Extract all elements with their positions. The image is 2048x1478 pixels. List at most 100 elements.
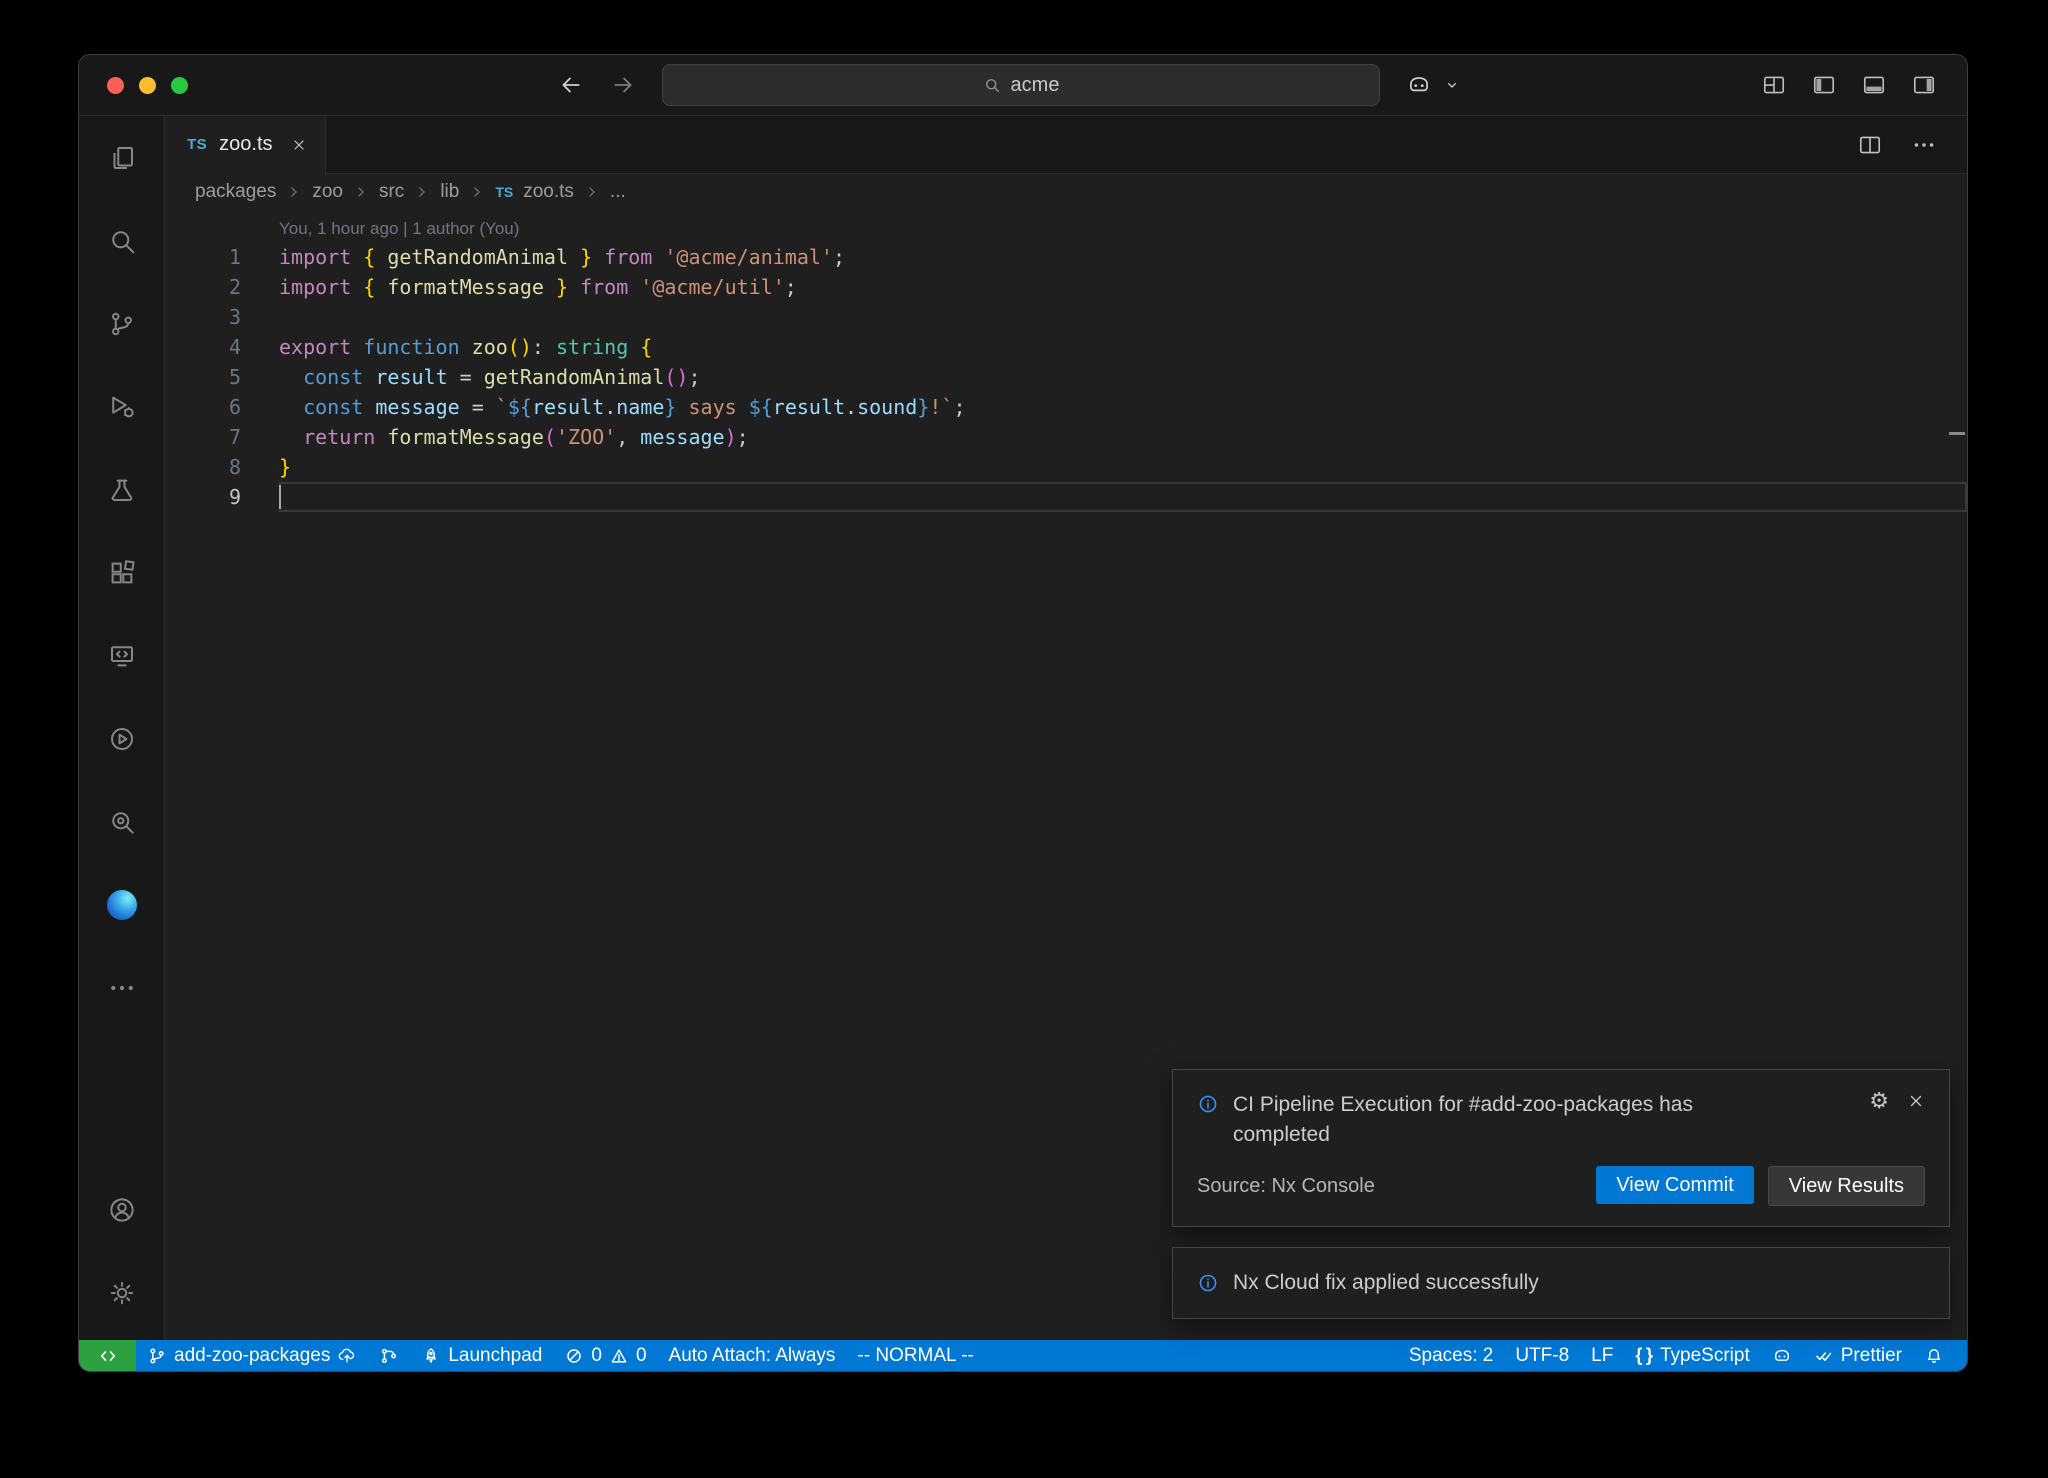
edge-browser-icon xyxy=(107,890,137,920)
remote-icon xyxy=(98,1346,118,1366)
line-number[interactable]: 1 xyxy=(165,242,241,272)
extensions-icon xyxy=(107,558,137,588)
zoom-window-button[interactable] xyxy=(171,77,188,94)
cloud-upload-icon xyxy=(337,1346,357,1366)
activity-edge-devtools[interactable] xyxy=(79,863,164,946)
close-window-button[interactable] xyxy=(107,77,124,94)
account-icon xyxy=(107,1195,137,1225)
tab-label: zoo.ts xyxy=(219,133,272,156)
error-count: 0 xyxy=(591,1345,602,1367)
line-number[interactable]: 8 xyxy=(165,452,241,482)
bell-icon xyxy=(1924,1346,1944,1366)
commit-graph-status-item[interactable] xyxy=(368,1340,410,1371)
breadcrumb-item[interactable]: lib xyxy=(440,181,459,203)
branch-status-item[interactable]: add-zoo-packages xyxy=(136,1340,368,1371)
gear-icon xyxy=(107,1278,137,1308)
split-editor-icon[interactable] xyxy=(1857,132,1883,158)
line-number[interactable]: 3 xyxy=(165,302,241,332)
formatter-status-item[interactable]: Prettier xyxy=(1803,1340,1913,1371)
chevron-right-icon xyxy=(469,184,485,200)
accounts-button[interactable] xyxy=(79,1168,164,1251)
toggle-panel-icon[interactable] xyxy=(1861,72,1887,98)
code-line[interactable]: 3 xyxy=(165,302,1967,332)
activity-remote-explorer[interactable] xyxy=(79,614,164,697)
play-circle-icon xyxy=(107,724,137,754)
title-bar: acme xyxy=(79,55,1967,116)
customize-layout-icon[interactable] xyxy=(1761,72,1787,98)
command-center: acme xyxy=(257,64,1761,106)
close-tab-icon[interactable] xyxy=(291,137,307,153)
code-lines: 1import { getRandomAnimal } from '@acme/… xyxy=(165,242,1967,512)
code-line[interactable]: 8} xyxy=(165,452,1967,482)
auto-attach-label: Auto Attach: Always xyxy=(669,1345,836,1367)
info-icon xyxy=(1197,1093,1219,1115)
vim-mode-status-item[interactable]: -- NORMAL -- xyxy=(846,1340,984,1371)
code-line[interactable]: 1import { getRandomAnimal } from '@acme/… xyxy=(165,242,1967,272)
line-number[interactable]: 2 xyxy=(165,272,241,302)
view-results-button[interactable]: View Results xyxy=(1768,1166,1925,1206)
remote-indicator[interactable] xyxy=(79,1340,136,1371)
navigate-back-icon[interactable] xyxy=(558,72,584,98)
activity-search[interactable] xyxy=(79,199,164,282)
activity-nx-console[interactable] xyxy=(79,697,164,780)
code-line[interactable]: 4export function zoo(): string { xyxy=(165,332,1967,362)
code-line[interactable]: 5 const result = getRandomAnimal(); xyxy=(165,362,1967,392)
search-icon xyxy=(983,76,1001,94)
layout-controls xyxy=(1761,72,1937,98)
notification-close-icon[interactable] xyxy=(1907,1092,1925,1110)
copilot-status-item[interactable] xyxy=(1761,1340,1803,1371)
problems-status-item[interactable]: 0 0 xyxy=(553,1340,657,1371)
line-number[interactable]: 9 xyxy=(165,482,241,512)
code-line[interactable]: 9 xyxy=(165,482,1967,512)
breadcrumb-file[interactable]: zoo.ts xyxy=(523,181,574,203)
code-line[interactable]: 7 return formatMessage('ZOO', message); xyxy=(165,422,1967,452)
chevron-down-icon[interactable] xyxy=(1444,77,1460,93)
line-number[interactable]: 6 xyxy=(165,392,241,422)
view-commit-button[interactable]: View Commit xyxy=(1596,1166,1753,1204)
breadcrumb: packages zoo src lib TS zoo.ts ... xyxy=(165,174,1967,210)
activity-gitlens-inspect[interactable] xyxy=(79,780,164,863)
line-number[interactable]: 7 xyxy=(165,422,241,452)
window-controls xyxy=(107,77,257,94)
code-line[interactable]: 2import { formatMessage } from '@acme/ut… xyxy=(165,272,1967,302)
activity-run-debug[interactable] xyxy=(79,365,164,448)
language-status-item[interactable]: { } TypeScript xyxy=(1624,1340,1760,1371)
launchpad-status-item[interactable]: Launchpad xyxy=(410,1340,553,1371)
blame-lens[interactable]: You, 1 hour ago | 1 author (You) xyxy=(279,216,1967,242)
minimize-window-button[interactable] xyxy=(139,77,156,94)
vscode-window: acme xyxy=(78,54,1968,1372)
activity-explorer[interactable] xyxy=(79,116,164,199)
vim-mode-label: -- NORMAL -- xyxy=(857,1345,973,1367)
line-number[interactable]: 5 xyxy=(165,362,241,392)
launchpad-label: Launchpad xyxy=(448,1345,542,1367)
chevron-right-icon xyxy=(353,184,369,200)
command-center-search[interactable]: acme xyxy=(662,64,1380,106)
settings-button[interactable] xyxy=(79,1251,164,1334)
breadcrumb-item[interactable]: src xyxy=(379,181,404,203)
activity-extensions[interactable] xyxy=(79,531,164,614)
editor-actions xyxy=(1857,116,1937,173)
toggle-primary-sidebar-icon[interactable] xyxy=(1811,72,1837,98)
breadcrumb-item[interactable]: packages xyxy=(195,181,276,203)
activity-source-control[interactable] xyxy=(79,282,164,365)
auto-attach-status-item[interactable]: Auto Attach: Always xyxy=(658,1340,847,1371)
line-number[interactable]: 4 xyxy=(165,332,241,362)
encoding-status-item[interactable]: UTF-8 xyxy=(1504,1340,1580,1371)
more-actions-icon[interactable] xyxy=(1911,132,1937,158)
code-line[interactable]: 6 const message = `${result.name} says $… xyxy=(165,392,1967,422)
notification-settings-icon[interactable]: ⚙ xyxy=(1869,1090,1889,1112)
tab-zoo-ts[interactable]: TS zoo.ts xyxy=(165,116,326,174)
activity-more-views[interactable] xyxy=(79,946,164,1029)
copilot-icon[interactable] xyxy=(1406,72,1432,98)
breadcrumb-item[interactable]: zoo xyxy=(312,181,343,203)
activity-testing[interactable] xyxy=(79,448,164,531)
breadcrumb-overflow[interactable]: ... xyxy=(610,181,626,203)
navigate-forward-icon[interactable] xyxy=(610,72,636,98)
toggle-secondary-sidebar-icon[interactable] xyxy=(1911,72,1937,98)
notifications-bell-item[interactable] xyxy=(1913,1340,1955,1371)
eol-status-item[interactable]: LF xyxy=(1580,1340,1624,1371)
indentation-status-item[interactable]: Spaces: 2 xyxy=(1398,1340,1505,1371)
status-bar-right: Spaces: 2 UTF-8 LF { } TypeScript Pretti… xyxy=(1398,1340,1955,1371)
search-icon xyxy=(107,226,137,256)
chevron-right-icon xyxy=(414,184,430,200)
